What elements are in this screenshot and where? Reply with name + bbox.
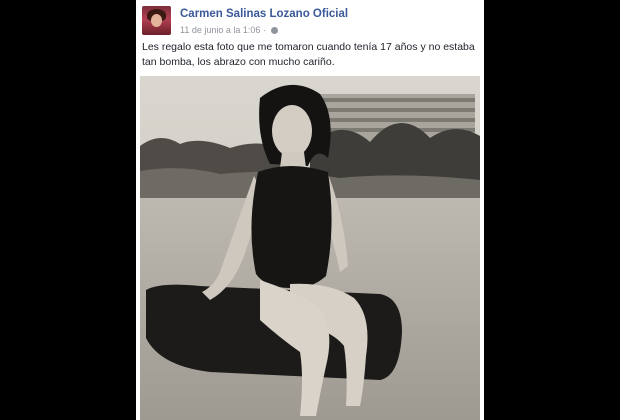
post-timestamp[interactable]: 11 de junio a la 1:06 [180,25,260,35]
post-text: Les regalo esta foto que me tomaron cuan… [142,41,475,68]
vintage-beach-photo [140,76,480,420]
post-photo[interactable] [140,76,480,420]
profile-avatar[interactable] [142,6,171,35]
globe-icon[interactable] [271,27,279,34]
post-header: Carmen Salinas Lozano Oficial 11 de juni… [142,6,478,38]
facebook-post: Carmen Salinas Lozano Oficial 11 de juni… [136,0,484,420]
author-name-link[interactable]: Carmen Salinas Lozano Oficial [180,8,348,20]
post-meta: 11 de junio a la 1:06 · [180,25,279,35]
